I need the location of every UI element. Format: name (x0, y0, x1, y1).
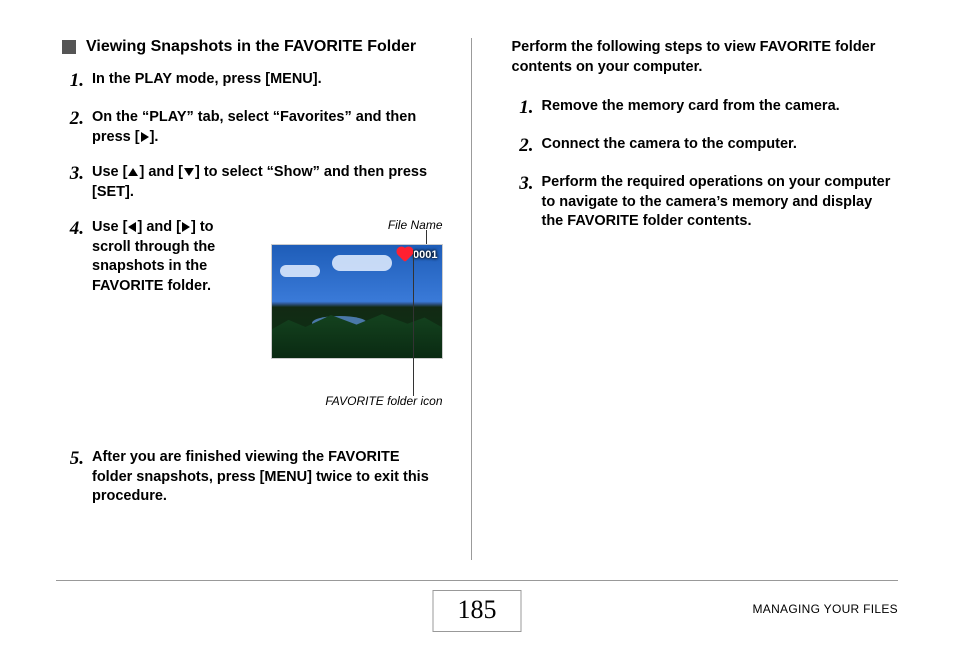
square-bullet-icon (62, 40, 76, 54)
right-arrow-icon (141, 132, 149, 142)
favorite-icon-label: FAVORITE folder icon (250, 394, 443, 408)
step-4: 4. Use [] and [] to scroll through the s… (62, 218, 443, 408)
step-text: Connect the camera to the computer. (542, 135, 797, 155)
text-part: Use [ (92, 164, 127, 180)
step-text: After you are finished viewing the FAVOR… (92, 448, 443, 507)
text-part: ] and [ (139, 164, 183, 180)
step-text: Use [] and [] to scroll through the snap… (92, 218, 242, 408)
thumbnail-number: 0001 (413, 249, 437, 261)
figure: File Name 0001 FAVORITE folder icon (250, 218, 443, 408)
step-r3: 3. Perform the required operations on yo… (512, 173, 893, 232)
up-arrow-icon (128, 168, 138, 176)
step-number: 5. (62, 448, 84, 470)
step-number: 3. (512, 173, 534, 195)
text-part: Use [ (92, 219, 127, 235)
step-number: 1. (62, 70, 84, 92)
step-number: 3. (62, 163, 84, 185)
step-2: 2. On the “PLAY” tab, select “Favorites”… (62, 108, 443, 147)
step-text: Remove the memory card from the camera. (542, 97, 840, 117)
step-text: On the “PLAY” tab, select “Favorites” an… (92, 108, 443, 147)
thumbnail-overlay: 0001 (400, 249, 437, 261)
step-1: 1. In the PLAY mode, press [MENU]. (62, 70, 443, 92)
step-text: In the PLAY mode, press [MENU]. (92, 70, 322, 90)
step-3: 3. Use [] and [] to select “Show” and th… (62, 163, 443, 202)
page-number: 185 (433, 590, 522, 632)
left-column: Viewing Snapshots in the FAVORITE Folder… (56, 38, 472, 560)
snapshot-thumbnail: 0001 (271, 244, 443, 359)
page-body: Viewing Snapshots in the FAVORITE Folder… (0, 0, 954, 560)
step-number: 1. (512, 97, 534, 119)
step-5: 5. After you are finished viewing the FA… (62, 448, 443, 507)
right-column: Perform the following steps to view FAVO… (506, 38, 899, 560)
intro-text: Perform the following steps to view FAVO… (512, 38, 893, 77)
step-number: 4. (62, 218, 84, 408)
chapter-title: MANAGING YOUR FILES (752, 602, 898, 616)
step-number: 2. (512, 135, 534, 157)
footer-divider (56, 580, 898, 581)
section-heading: Viewing Snapshots in the FAVORITE Folder (86, 38, 416, 56)
decorative-cloud (280, 265, 320, 277)
down-arrow-icon (184, 168, 194, 176)
file-name-label: File Name (388, 218, 443, 232)
decorative-cloud (332, 255, 392, 271)
step-r2: 2. Connect the camera to the computer. (512, 135, 893, 157)
callout-line (413, 250, 414, 396)
text-part: ]. (150, 129, 159, 145)
step-number: 2. (62, 108, 84, 130)
section-heading-row: Viewing Snapshots in the FAVORITE Folder (62, 38, 443, 56)
step-r1: 1. Remove the memory card from the camer… (512, 97, 893, 119)
text-part: ] and [ (137, 219, 181, 235)
left-arrow-icon (128, 222, 136, 232)
spacer (62, 420, 443, 448)
right-arrow-icon (182, 222, 190, 232)
step-text: Perform the required operations on your … (542, 173, 893, 232)
favorite-heart-icon (398, 248, 412, 262)
step-text: Use [] and [] to select “Show” and then … (92, 163, 443, 202)
